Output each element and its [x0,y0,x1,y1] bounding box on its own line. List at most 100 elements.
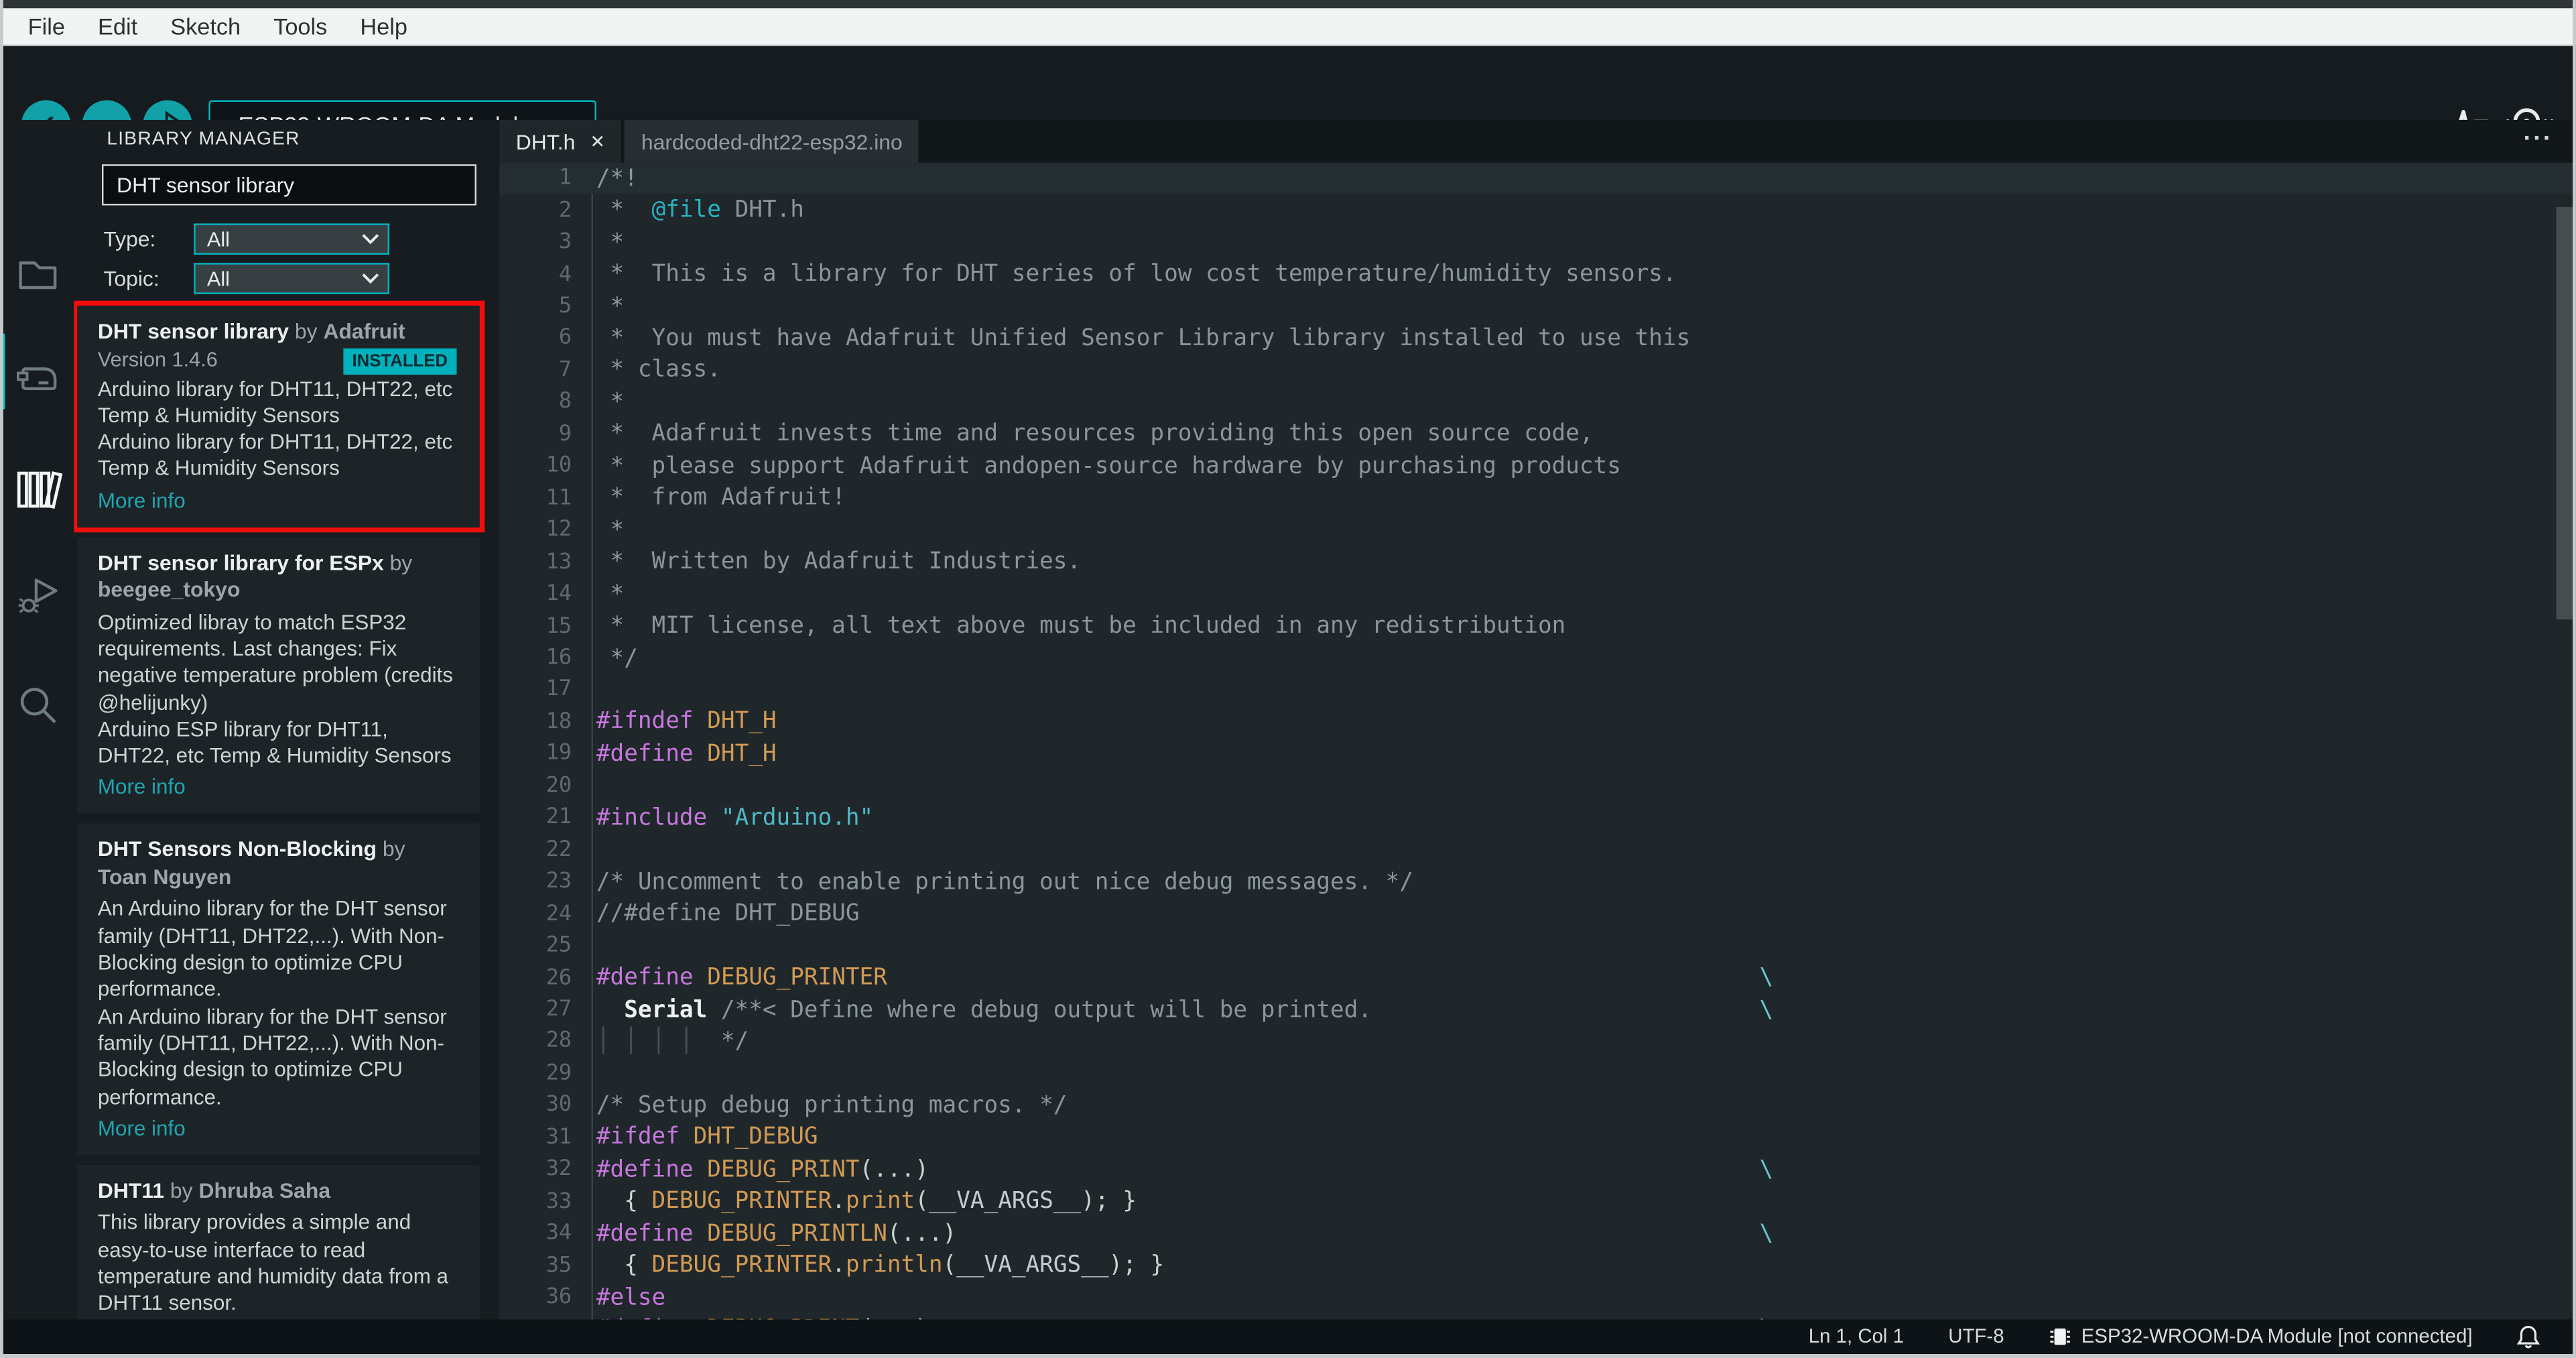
library-entry[interactable]: DHT11 by Dhruba Saha This library provide… [76,1164,479,1320]
panel-title: LIBRARY MANAGER [107,129,300,150]
code-line: 11 * from Adafruit! [499,483,2576,515]
token: * This is a library for DHT series of lo… [596,261,1677,288]
token: * [596,229,625,256]
sidebar-item-debugger[interactable] [17,576,60,619]
board-status[interactable]: ESP32-WROOM-DA Module [not connected] [2049,1325,2473,1348]
token: * Written by Adafruit Industries. [596,549,1082,576]
window-border-bottom [0,1353,2576,1358]
sidebar-item-sketchbook[interactable] [17,255,60,298]
more-info-link[interactable]: More info [98,775,459,800]
encoding-label[interactable]: UTF-8 [1948,1325,2004,1348]
token: DEBUG_PRINTER [651,1252,832,1279]
library-search-input[interactable] [101,164,476,206]
tab-hardcoded-dht22-esp32.ino[interactable]: hardcoded-dht22-esp32.ino [625,119,919,163]
more-info-link[interactable]: More info [98,487,459,512]
toolbar: ✓ → ESP32-WROOM-DA Module ▾ [0,46,2576,150]
library-description: This library provides a simple and easy-… [97,1210,449,1319]
chevron-down-icon [362,273,379,284]
sidebar-item-library-manager[interactable] [17,469,63,511]
topic-filter-row: Topic: All [103,263,481,296]
token: "Arduino.h" [720,804,874,831]
code-line: 7 * class. [499,355,2576,387]
code-line: 6 * You must have Adafruit Unified Senso… [499,322,2576,355]
token: * please support Adafruit andopen-source… [596,453,1621,480]
library-entry[interactable]: DHT sensor library for ESPx by beegee_to… [76,536,479,814]
library-entry[interactable]: DHT sensor library by Adafruit Version 1.… [74,300,484,532]
menu-item-sketch[interactable]: Sketch [154,8,257,44]
line-text: │ │ │ │ */ [596,1029,749,1055]
notifications-button[interactable] [2516,1324,2540,1349]
code-line: 22 [499,834,2576,866]
close-icon[interactable]: ✕ [590,131,605,151]
topic-filter-select[interactable]: All [194,263,390,294]
token: DHT.h [720,197,804,224]
code-line: 28 │ │ │ │ */ [499,1026,2576,1058]
more-info-link[interactable]: More info [98,1115,459,1140]
menu-item-help[interactable]: Help [344,8,424,44]
token: * [596,197,652,224]
line-number: 11 [545,486,572,511]
line-number: 18 [545,709,572,735]
window-title-strip [0,0,2576,9]
token: #define [596,741,694,767]
folder-icon [19,261,57,290]
code-editor[interactable]: 1/*! 2 * @file DHT.h 3 * 4 * This is a libr… [499,162,2576,1320]
line-number: 9 [558,422,572,447]
line-text: /*! [596,166,638,192]
token: //#define DHT_DEBUG [596,900,860,927]
code-line: 14 * [499,578,2576,611]
token: print [845,1188,915,1215]
library-entry[interactable]: DHT Sensors Non-Blocking by Toan Nguyen A… [76,824,479,1156]
menu-item-file[interactable]: File [11,8,81,44]
library-entry-title: DHT Sensors Non-Blocking by Toan Nguyen [97,837,405,889]
line-continuation: \ [1759,965,1774,991]
token: /*! [596,165,638,192]
line-text: Serial /**< Define where debug output wi… [596,997,1372,1023]
type-filter-select[interactable]: All [194,223,390,255]
editor-scrollbar[interactable] [2556,206,2573,620]
menu-item-tools[interactable]: Tools [257,8,344,44]
line-text: * [596,293,625,320]
tab-DHT.h[interactable]: DHT.h ✕ [499,119,622,163]
menu-item-edit[interactable]: Edit [82,8,154,44]
library-list: DHT sensor library by Adafruit Version 1.… [74,300,499,1320]
line-text: { DEBUG_PRINTER.print(__VA_ARGS__); } [596,1188,1137,1215]
line-number: 10 [545,454,572,479]
line-number: 36 [545,1285,572,1310]
token: (...) [859,1156,929,1183]
code-line: 36 #else [499,1282,2576,1314]
line-number: 29 [545,1061,572,1087]
token: DHT_H [707,708,777,735]
token: DEBUG_PRINTER [651,1188,832,1215]
sidebar-item-search[interactable] [17,684,60,727]
status-bar: Ln 1, Col 1 UTF-8 ESP32-WROOM-DA Module … [0,1319,2576,1353]
token: * [596,293,625,320]
library-entry-title: DHT sensor library for ESPx by beegee_to… [97,550,413,602]
sidebar-item-boards-manager[interactable] [17,361,60,404]
token: #include [596,804,708,831]
line-number: 22 [545,837,572,863]
line-text: #ifndef DHT_H [596,709,777,735]
library-author: Dhruba Saha [198,1178,331,1203]
code-line: 9 * Adafruit invests time and resources … [499,418,2576,450]
token: * [596,517,625,544]
token: #define [596,1220,694,1247]
line-number: 27 [545,997,572,1022]
token: /* Uncomment to enable printing out nice… [596,869,1414,896]
cursor-position[interactable]: Ln 1, Col 1 [1809,1325,1904,1348]
token: ( [915,1188,929,1215]
token: * Adafruit invests time and resources pr… [596,421,1594,448]
code-line: 19 #define DHT_H [499,738,2576,770]
token: * [596,580,625,608]
chevron-down-icon [362,234,379,245]
more-actions-button[interactable]: ··· [2524,120,2553,163]
token: DEBUG_PRINT [707,1156,860,1183]
token: . [832,1188,846,1215]
line-text: #define DEBUG_PRINTER [596,965,887,991]
code-line: 17 [499,674,2576,706]
code-line: 5 * [499,290,2576,322]
line-continuation: \ [1759,996,1774,1024]
token: __VA_ARGS__ [956,1252,1109,1279]
